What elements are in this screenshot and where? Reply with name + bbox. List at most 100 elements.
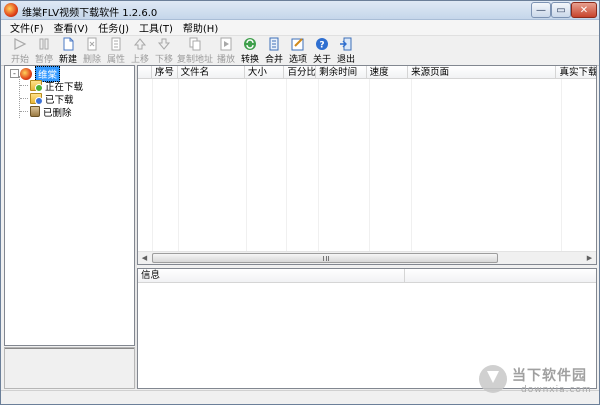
grid-line xyxy=(178,79,179,251)
merge-button[interactable]: 合并 xyxy=(263,36,285,65)
column-index[interactable]: 序号 xyxy=(152,66,178,79)
copy-address-icon xyxy=(188,37,202,51)
grid-line xyxy=(561,79,562,251)
scroll-right-arrow-icon[interactable]: ▶ xyxy=(583,252,596,264)
column-speed[interactable]: 速度 xyxy=(367,66,409,79)
tree-connector xyxy=(20,98,28,99)
about-button[interactable]: ? 关于 xyxy=(311,36,333,65)
tree-collapse-toggle[interactable]: - xyxy=(10,69,19,78)
options-button[interactable]: 选项 xyxy=(287,36,309,65)
play-icon xyxy=(13,37,27,51)
about-icon: ? xyxy=(315,37,329,51)
grid-line xyxy=(369,79,370,251)
new-button[interactable]: 新建 xyxy=(57,36,79,65)
play-button[interactable]: 播放 xyxy=(215,36,237,65)
downloaded-folder-icon xyxy=(30,93,43,105)
new-file-icon xyxy=(61,37,75,51)
tree-node-deleted[interactable]: 已删除 xyxy=(30,105,72,119)
move-down-button[interactable]: 下移 xyxy=(153,36,175,65)
window-title: 维棠FLV视频下载软件 1.2.6.0 xyxy=(22,8,158,19)
column-source-page[interactable]: 来源页面 xyxy=(408,66,557,79)
menu-tools[interactable]: 工具(T) xyxy=(134,20,178,35)
column-select[interactable] xyxy=(138,66,152,79)
properties-button[interactable]: 属性 xyxy=(105,36,127,65)
grid-line xyxy=(411,79,412,251)
trash-icon xyxy=(30,106,40,117)
grid-line xyxy=(152,79,153,251)
column-remaining-time[interactable]: 剩余时间 xyxy=(316,66,367,79)
move-down-label: 下移 xyxy=(154,55,173,65)
column-info-detail[interactable] xyxy=(405,269,595,283)
pause-label: 暂停 xyxy=(34,55,53,65)
scrollbar-thumb[interactable] xyxy=(152,253,498,263)
title-bar[interactable]: 维棠FLV视频下载软件 1.2.6.0 — ▭ ✕ xyxy=(1,1,599,20)
menu-task[interactable]: 任务(J) xyxy=(93,20,134,35)
app-logo-icon xyxy=(4,3,18,17)
tree-node-downloading[interactable]: 正在下载 xyxy=(30,79,84,93)
task-list-header: 序号 文件名 大小 百分比 剩余时间 速度 来源页面 真实下载 xyxy=(138,66,596,79)
tree-node-downloaded[interactable]: 已下载 xyxy=(30,92,74,106)
exit-icon xyxy=(339,37,353,51)
convert-label: 转换 xyxy=(241,55,260,65)
exit-button[interactable]: 退出 xyxy=(335,36,357,65)
tree-connector xyxy=(20,111,28,112)
properties-icon xyxy=(109,37,123,51)
watermark-text: 当下软件园 xyxy=(512,368,587,384)
exit-label: 退出 xyxy=(337,55,356,65)
site-watermark: 当下软件园 downxia.com xyxy=(479,361,597,401)
media-play-icon xyxy=(219,37,233,51)
menu-file[interactable]: 文件(F) xyxy=(5,20,49,35)
properties-label: 属性 xyxy=(106,55,125,65)
column-real-download[interactable]: 真实下载 xyxy=(556,66,596,79)
app-window: 维棠FLV视频下载软件 1.2.6.0 — ▭ ✕ 文件(F) 查看(V) 任务… xyxy=(0,0,600,405)
grid-line xyxy=(246,79,247,251)
move-down-icon xyxy=(157,37,171,51)
start-button[interactable]: 开始 xyxy=(9,36,31,65)
delete-button[interactable]: 删除 xyxy=(81,36,103,65)
convert-button[interactable]: 转换 xyxy=(239,36,261,65)
watermark-url: downxia.com xyxy=(521,385,592,395)
minimize-button[interactable]: — xyxy=(531,2,551,18)
category-tree[interactable]: - 维棠 正在下载 已下载 已删除 xyxy=(4,65,135,346)
play-label: 播放 xyxy=(217,55,236,65)
tree-node-label: 正在下载 xyxy=(45,81,84,93)
task-list[interactable]: 序号 文件名 大小 百分比 剩余时间 速度 来源页面 真实下载 ◀ ▶ xyxy=(137,65,597,265)
pause-button[interactable]: 暂停 xyxy=(33,36,55,65)
info-header: 信息 xyxy=(138,269,596,283)
column-filename[interactable]: 文件名 xyxy=(178,66,245,79)
move-up-label: 上移 xyxy=(130,55,149,65)
column-info[interactable]: 信息 xyxy=(138,269,405,283)
grip-icon xyxy=(323,256,329,261)
convert-icon xyxy=(243,37,257,51)
merge-label: 合并 xyxy=(265,55,284,65)
downloading-folder-icon xyxy=(30,80,43,92)
column-size[interactable]: 大小 xyxy=(245,66,285,79)
delete-icon xyxy=(85,37,99,51)
grid-line xyxy=(286,79,287,251)
column-percent[interactable]: 百分比 xyxy=(284,66,317,79)
menu-view[interactable]: 查看(V) xyxy=(49,20,94,35)
preview-pane xyxy=(4,347,135,389)
tree-node-label: 已删除 xyxy=(43,107,72,119)
svg-text:?: ? xyxy=(319,41,324,51)
menu-bar: 文件(F) 查看(V) 任务(J) 工具(T) 帮助(H) xyxy=(1,20,599,36)
copy-address-button[interactable]: 复制地址 xyxy=(177,36,213,65)
menu-help[interactable]: 帮助(H) xyxy=(178,20,223,35)
options-label: 选项 xyxy=(289,55,308,65)
download-arrow-icon xyxy=(479,365,507,393)
close-button[interactable]: ✕ xyxy=(571,2,597,18)
horizontal-scrollbar[interactable]: ◀ ▶ xyxy=(138,251,596,264)
delete-label: 删除 xyxy=(82,55,101,65)
tree-node-label: 已下载 xyxy=(45,94,74,106)
start-label: 开始 xyxy=(10,55,29,65)
options-icon xyxy=(291,37,305,51)
move-up-button[interactable]: 上移 xyxy=(129,36,151,65)
app-logo-icon xyxy=(20,67,32,80)
merge-icon xyxy=(267,37,281,51)
task-list-body[interactable] xyxy=(138,79,596,251)
move-up-icon xyxy=(133,37,147,51)
tree-connector xyxy=(20,85,28,86)
maximize-button[interactable]: ▭ xyxy=(551,2,571,18)
scroll-left-arrow-icon[interactable]: ◀ xyxy=(138,252,151,264)
pane-divider xyxy=(5,348,134,349)
